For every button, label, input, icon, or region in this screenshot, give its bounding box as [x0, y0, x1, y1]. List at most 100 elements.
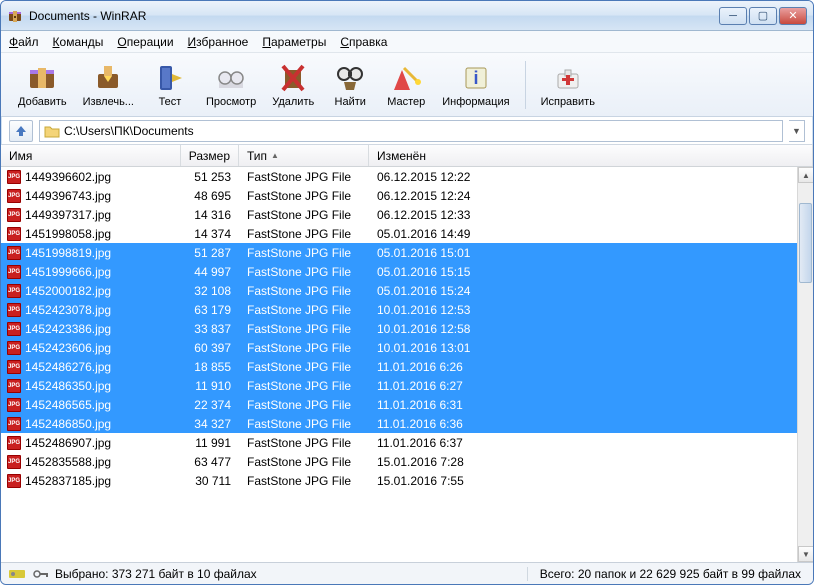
file-modified: 11.01.2016 6:37: [369, 436, 797, 450]
file-list: JPG1449396602.jpg51 253FastStone JPG Fil…: [1, 167, 813, 562]
file-modified: 05.01.2016 15:01: [369, 246, 797, 260]
svg-text:i: i: [473, 68, 478, 88]
column-name[interactable]: Имя: [1, 145, 181, 166]
path-field[interactable]: C:\Users\ПК\Documents: [39, 120, 783, 142]
file-row[interactable]: JPG1452486350.jpg11 910FastStone JPG Fil…: [1, 376, 797, 395]
file-name: 1452000182.jpg: [25, 284, 111, 298]
column-modified[interactable]: Изменён: [369, 145, 813, 166]
minimize-button[interactable]: ─: [719, 7, 747, 25]
file-name: 1452837185.jpg: [25, 474, 111, 488]
list-header: Имя Размер Тип▲ Изменён: [1, 145, 813, 167]
view-icon: [215, 62, 247, 94]
info-button[interactable]: i Информация: [435, 57, 516, 113]
file-modified: 15.01.2016 7:28: [369, 455, 797, 469]
file-name: 1452423606.jpg: [25, 341, 111, 355]
jpg-file-icon: JPG: [7, 303, 21, 317]
file-row[interactable]: JPG1452486276.jpg18 855FastStone JPG Fil…: [1, 357, 797, 376]
file-name: 1452486565.jpg: [25, 398, 111, 412]
file-row[interactable]: JPG1452837185.jpg30 711FastStone JPG Fil…: [1, 471, 797, 490]
file-row[interactable]: JPG1451998819.jpg51 287FastStone JPG Fil…: [1, 243, 797, 262]
jpg-file-icon: JPG: [7, 246, 21, 260]
file-name: 1452486907.jpg: [25, 436, 111, 450]
file-row[interactable]: JPG1449396602.jpg51 253FastStone JPG Fil…: [1, 167, 797, 186]
file-name: 1452486850.jpg: [25, 417, 111, 431]
file-size: 33 837: [181, 322, 239, 336]
file-name: 1449397317.jpg: [25, 208, 111, 222]
file-type: FastStone JPG File: [239, 341, 369, 355]
file-name: 1449396743.jpg: [25, 189, 111, 203]
close-button[interactable]: ✕: [779, 7, 807, 25]
file-row[interactable]: JPG1451999666.jpg44 997FastStone JPG Fil…: [1, 262, 797, 281]
menu-help[interactable]: Справка: [340, 35, 387, 49]
maximize-button[interactable]: ▢: [749, 7, 777, 25]
jpg-file-icon: JPG: [7, 474, 21, 488]
file-size: 60 397: [181, 341, 239, 355]
jpg-file-icon: JPG: [7, 398, 21, 412]
jpg-file-icon: JPG: [7, 341, 21, 355]
path-dropdown[interactable]: ▼: [789, 120, 805, 142]
delete-button[interactable]: Удалить: [265, 57, 321, 113]
file-row[interactable]: JPG1452486565.jpg22 374FastStone JPG Fil…: [1, 395, 797, 414]
winrar-window: Documents - WinRAR ─ ▢ ✕ Файл Команды Оп…: [0, 0, 814, 585]
scroll-track[interactable]: [798, 183, 813, 546]
up-button[interactable]: [9, 120, 33, 142]
status-total: Всего: 20 папок и 22 629 925 байт в 99 ф…: [540, 567, 801, 581]
jpg-file-icon: JPG: [7, 170, 21, 184]
file-type: FastStone JPG File: [239, 360, 369, 374]
jpg-file-icon: JPG: [7, 189, 21, 203]
column-type[interactable]: Тип▲: [239, 145, 369, 166]
scrollbar[interactable]: ▲ ▼: [797, 167, 813, 562]
titlebar[interactable]: Documents - WinRAR ─ ▢ ✕: [1, 1, 813, 31]
file-row[interactable]: JPG1452486907.jpg11 991FastStone JPG Fil…: [1, 433, 797, 452]
file-name: 1449396602.jpg: [25, 170, 111, 184]
test-button[interactable]: Тест: [143, 57, 197, 113]
path-text: C:\Users\ПК\Documents: [64, 124, 194, 138]
file-modified: 10.01.2016 12:53: [369, 303, 797, 317]
file-type: FastStone JPG File: [239, 227, 369, 241]
file-row[interactable]: JPG1452486850.jpg34 327FastStone JPG Fil…: [1, 414, 797, 433]
scroll-thumb[interactable]: [799, 203, 812, 283]
file-name: 1451998058.jpg: [25, 227, 111, 241]
file-row[interactable]: JPG1452000182.jpg32 108FastStone JPG Fil…: [1, 281, 797, 300]
status-selected: Выбрано: 373 271 байт в 10 файлах: [55, 567, 257, 581]
file-row[interactable]: JPG 1452423078.jpg 63 179FastStone JPG Fil…: [1, 300, 797, 319]
file-type: FastStone JPG File: [239, 189, 369, 203]
file-name: 1451999666.jpg: [25, 265, 111, 279]
file-row[interactable]: JPG1449397317.jpg14 316FastStone JPG Fil…: [1, 205, 797, 224]
file-size: 14 374: [181, 227, 239, 241]
scroll-up-button[interactable]: ▲: [798, 167, 813, 183]
statusbar: Выбрано: 373 271 байт в 10 файлах Всего:…: [1, 562, 813, 584]
menu-commands[interactable]: Команды: [53, 35, 104, 49]
folder-icon: [44, 124, 60, 138]
wizard-button[interactable]: Мастер: [379, 57, 433, 113]
file-type: FastStone JPG File: [239, 455, 369, 469]
file-name: 1452486350.jpg: [25, 379, 111, 393]
jpg-file-icon: JPG: [7, 417, 21, 431]
file-row[interactable]: JPG1452423386.jpg33 837FastStone JPG Fil…: [1, 319, 797, 338]
menu-favorites[interactable]: Избранное: [188, 35, 249, 49]
column-size[interactable]: Размер: [181, 145, 239, 166]
jpg-file-icon: JPG: [7, 265, 21, 279]
file-type: FastStone JPG File: [239, 303, 369, 317]
file-type: FastStone JPG File: [239, 417, 369, 431]
menu-file[interactable]: Файл: [9, 35, 39, 49]
menu-options[interactable]: Параметры: [262, 35, 326, 49]
file-modified: 11.01.2016 6:31: [369, 398, 797, 412]
file-size: 63 179: [181, 303, 239, 317]
disk-icon: [9, 568, 27, 580]
file-name: 1452423078.jpg: [25, 303, 111, 317]
extract-button[interactable]: Извлечь...: [76, 57, 141, 113]
view-button[interactable]: Просмотр: [199, 57, 263, 113]
add-button[interactable]: Добавить: [11, 57, 74, 113]
file-row[interactable]: JPG1451998058.jpg14 374FastStone JPG Fil…: [1, 224, 797, 243]
find-button[interactable]: Найти: [323, 57, 377, 113]
menu-operations[interactable]: Операции: [117, 35, 173, 49]
file-size: 11 910: [181, 379, 239, 393]
file-row[interactable]: JPG 1452423606.jpg 60 397FastStone JPG Fil…: [1, 338, 797, 357]
app-icon: [7, 8, 23, 24]
file-row[interactable]: JPG1452835588.jpg63 477FastStone JPG Fil…: [1, 452, 797, 471]
scroll-down-button[interactable]: ▼: [798, 546, 813, 562]
repair-button[interactable]: Исправить: [534, 57, 602, 113]
file-row[interactable]: JPG1449396743.jpg48 695FastStone JPG Fil…: [1, 186, 797, 205]
file-size: 63 477: [181, 455, 239, 469]
